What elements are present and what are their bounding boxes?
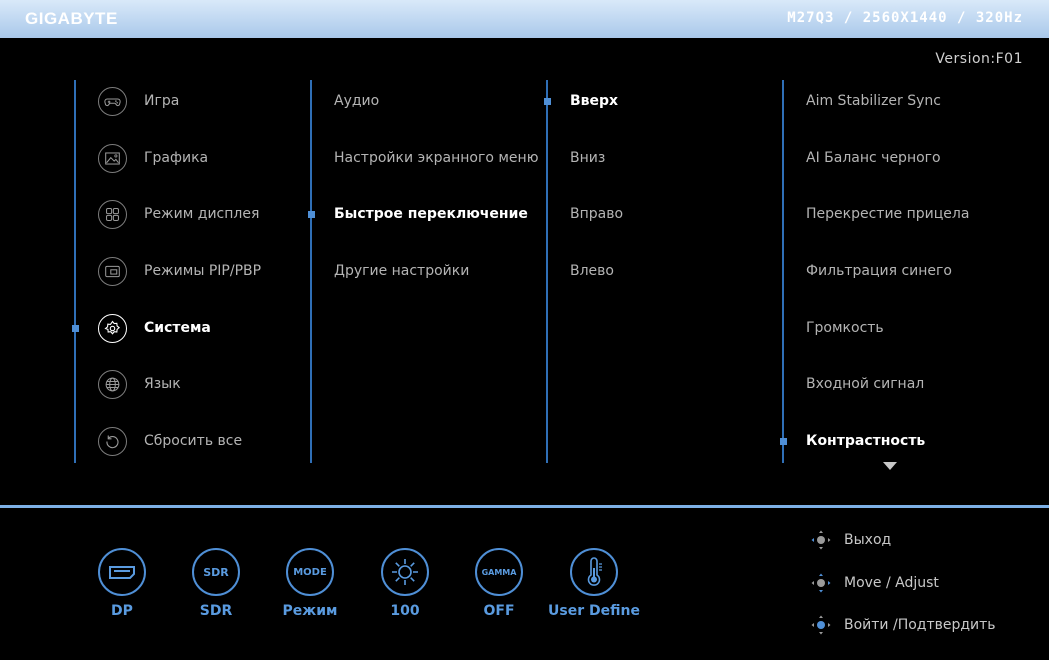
direction-item-up[interactable]: Вверх: [570, 86, 618, 116]
submenu-item-other-settings[interactable]: Другие настройки: [334, 256, 469, 286]
joystick-press-icon: [811, 615, 831, 635]
pip-icon: [98, 256, 127, 286]
option-label: Перекрестие прицела: [806, 206, 970, 222]
menu-item-pip-pbp[interactable]: Режимы PIP/PBP: [98, 256, 261, 286]
picture-icon: [98, 143, 127, 173]
menu-item-label: Режим дисплея: [144, 206, 260, 222]
hint-move-adjust: Move / Adjust: [810, 571, 939, 595]
scroll-down-icon[interactable]: [883, 462, 897, 470]
brightness-icon: [381, 548, 429, 596]
option-label: AI Баланс черного: [806, 150, 941, 166]
sdr-icon: SDR: [192, 548, 240, 596]
title-bar: GIGABYTE M27Q3 / 2560X1440 / 320Hz: [0, 0, 1049, 38]
picture-mode-label: Режим: [282, 603, 338, 619]
firmware-version: Version:F01: [935, 51, 1023, 67]
gear-icon: [98, 313, 127, 343]
dynamic-range-label: SDR: [199, 603, 233, 619]
selection-marker: [308, 211, 315, 218]
option-input-signal[interactable]: Входной сигнал: [806, 369, 924, 399]
direction-menu-line: [546, 80, 548, 463]
direction-item-label: Вверх: [570, 93, 619, 109]
menu-item-display-mode[interactable]: Режим дисплея: [98, 199, 259, 229]
direction-item-right[interactable]: Вправо: [570, 199, 623, 229]
direction-item-label: Вправо: [570, 206, 624, 222]
main-menu-line: [74, 80, 76, 463]
menu-item-reset-all[interactable]: Сбросить все: [98, 426, 242, 456]
option-contrast[interactable]: Контрастность: [806, 426, 925, 456]
menu-item-language[interactable]: Язык: [98, 369, 181, 399]
brightness-label: 100: [390, 603, 420, 619]
option-label: Контрастность: [806, 433, 926, 449]
direction-item-down[interactable]: Вниз: [570, 143, 605, 173]
option-label: Громкость: [806, 320, 884, 336]
option-label: Aim Stabilizer Sync: [806, 93, 941, 109]
gamma-label: OFF: [483, 603, 515, 619]
reset-icon: [98, 426, 127, 456]
submenu-item-label: Настройки экранного меню: [334, 150, 539, 166]
option-crosshair[interactable]: Перекрестие прицела: [806, 199, 969, 229]
menu-item-label: Режимы PIP/PBP: [144, 263, 262, 279]
selection-marker: [72, 325, 79, 332]
sdr-icon-text: SDR: [203, 565, 229, 579]
gamma-icon-text: GAMMA: [481, 567, 517, 577]
hint-enter-confirm: Войти /Подтвердить: [810, 613, 996, 637]
submenu-item-label: Аудио: [334, 93, 380, 109]
direction-item-label: Вниз: [570, 150, 606, 166]
section-divider: [0, 505, 1049, 508]
thermometer-icon: [570, 548, 618, 596]
submenu-item-label: Другие настройки: [334, 263, 470, 279]
globe-icon: [98, 369, 127, 399]
option-aim-stabilizer-sync[interactable]: Aim Stabilizer Sync: [806, 86, 941, 116]
option-label: Фильтрация синего: [806, 263, 952, 279]
menu-item-label: Система: [144, 320, 211, 336]
brand-logo: GIGABYTE: [25, 9, 118, 28]
gamepad-icon: [98, 86, 127, 116]
menu-item-graphics[interactable]: Графика: [98, 143, 208, 173]
options-menu-line: [782, 80, 784, 463]
joystick-move-icon: [811, 573, 831, 593]
input-source-label: DP: [111, 603, 133, 619]
gamma-icon: GAMMA: [475, 548, 523, 596]
menu-item-game[interactable]: Игра: [98, 86, 179, 116]
joystick-left-icon: [811, 530, 831, 550]
grid-icon: [98, 199, 127, 229]
menu-item-label: Игра: [144, 93, 180, 109]
submenu-item-label: Быстрое переключение: [334, 206, 528, 222]
direction-item-left[interactable]: Влево: [570, 256, 614, 286]
displayport-icon: [98, 548, 146, 596]
menu-item-label: Язык: [144, 376, 181, 392]
mode-icon-text: MODE: [293, 566, 327, 578]
menu-item-label: Графика: [144, 150, 209, 166]
color-temperature-label: User Define: [548, 603, 640, 619]
menu-item-system[interactable]: Система: [98, 313, 211, 343]
hint-label: Move / Adjust: [844, 575, 939, 591]
option-blue-light-filter[interactable]: Фильтрация синего: [806, 256, 952, 286]
direction-item-label: Влево: [570, 263, 614, 279]
option-ai-black-balance[interactable]: AI Баланс черного: [806, 143, 941, 173]
submenu-item-quick-switch[interactable]: Быстрое переключение: [334, 199, 528, 229]
submenu-item-osd-settings[interactable]: Настройки экранного меню: [334, 143, 538, 173]
hint-label: Выход: [844, 532, 892, 548]
mode-icon: MODE: [286, 548, 334, 596]
submenu-item-audio[interactable]: Аудио: [334, 86, 379, 116]
hint-label: Войти /Подтвердить: [844, 617, 996, 633]
option-volume[interactable]: Громкость: [806, 313, 884, 343]
submenu-line: [310, 80, 312, 463]
menu-item-label: Сбросить все: [144, 433, 243, 449]
selection-marker: [780, 438, 787, 445]
hint-exit: Выход: [810, 528, 891, 552]
option-label: Входной сигнал: [806, 376, 925, 392]
model-info: M27Q3 / 2560X1440 / 320Hz: [787, 10, 1023, 26]
selection-marker: [544, 98, 551, 105]
